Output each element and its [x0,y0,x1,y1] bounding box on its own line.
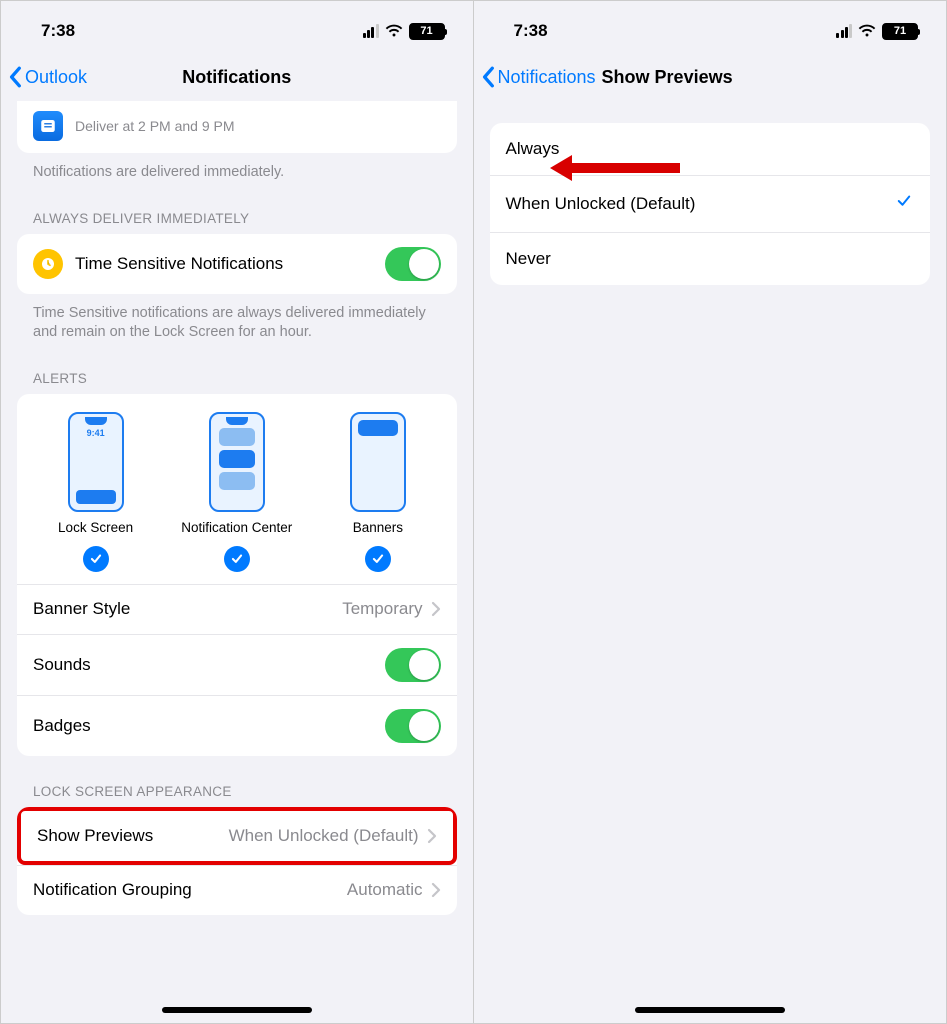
highlight-annotation: Show Previews When Unlocked (Default) [17,807,457,865]
back-button[interactable]: Outlook [9,66,87,88]
chevron-right-icon [427,828,437,844]
chevron-right-icon [431,601,441,617]
status-bar: 7:38 71 [474,1,947,53]
row-sounds: Sounds [17,634,457,695]
row-badges: Badges [17,695,457,756]
home-indicator[interactable] [635,1007,785,1013]
alert-option-banners[interactable]: Banners [308,412,448,572]
option-never[interactable]: Never [490,232,931,285]
alert-option-lock-screen[interactable]: 9:41 Lock Screen [26,412,166,572]
back-label: Outlook [25,67,87,88]
status-bar: 7:38 71 [1,1,473,53]
check-icon [365,546,391,572]
phone-right: 7:38 71 Notifications Show Previews Alwa… [474,1,947,1023]
banners-icon [350,412,406,512]
status-time: 7:38 [514,21,548,41]
time-sensitive-note: Time Sensitive notifications are always … [17,294,457,343]
toggle-sounds[interactable] [385,648,441,682]
chevron-left-icon [9,66,23,88]
row-banner-style[interactable]: Banner Style Temporary [17,584,457,634]
cellular-icon [363,24,379,38]
toggle-badges[interactable] [385,709,441,743]
phone-left: 7:38 71 Outlook Notifications [1,1,474,1023]
alert-option-notification-center[interactable]: Notification Center [167,412,307,572]
calendar-list-icon [33,111,63,141]
schedule-subtitle: Deliver at 2 PM and 9 PM [75,118,235,134]
home-indicator[interactable] [162,1007,312,1013]
cellular-icon [836,24,852,38]
section-deliver-immediately: ALWAYS DELIVER IMMEDIATELY [17,183,457,234]
option-always[interactable]: Always [490,123,931,175]
page-title: Show Previews [602,67,733,88]
back-label: Notifications [498,67,596,88]
row-show-previews[interactable]: Show Previews When Unlocked (Default) [21,811,453,861]
delivered-note: Notifications are delivered immediately. [17,153,457,183]
check-icon [224,546,250,572]
wifi-icon [858,24,876,38]
row-time-sensitive: Time Sensitive Notifications [17,234,457,294]
scheduled-summary-card[interactable]: Deliver at 2 PM and 9 PM [17,101,457,153]
back-button[interactable]: Notifications [482,66,596,88]
time-sensitive-label: Time Sensitive Notifications [75,254,283,274]
checkmark-icon [894,192,914,216]
battery-icon: 71 [409,23,445,40]
notification-center-icon [209,412,265,512]
nav-bar: Outlook Notifications [1,53,473,101]
clock-icon [33,249,63,279]
row-notification-grouping[interactable]: Notification Grouping Automatic [17,865,457,915]
wifi-icon [385,24,403,38]
section-lockscreen-appearance: LOCK SCREEN APPEARANCE [17,756,457,807]
battery-icon: 71 [882,23,918,40]
toggle-time-sensitive[interactable] [385,247,441,281]
lock-screen-icon: 9:41 [68,412,124,512]
page-title: Notifications [182,67,291,88]
chevron-right-icon [431,882,441,898]
option-when-unlocked[interactable]: When Unlocked (Default) [490,175,931,232]
section-alerts: ALERTS [17,343,457,394]
status-time: 7:38 [41,21,75,41]
check-icon [83,546,109,572]
chevron-left-icon [482,66,496,88]
nav-bar: Notifications Show Previews [474,53,947,101]
